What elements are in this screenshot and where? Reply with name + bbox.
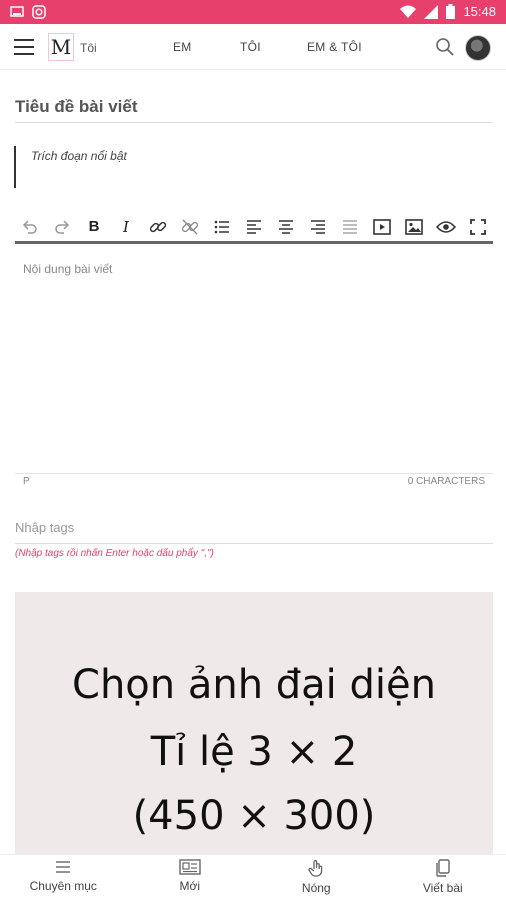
bullet-list-icon[interactable] <box>211 216 233 238</box>
align-justify-icon[interactable] <box>339 216 361 238</box>
tab-em[interactable]: EM <box>173 40 192 54</box>
excerpt-input[interactable]: Trích đoạn nổi bật <box>14 146 127 188</box>
instagram-icon <box>32 5 46 19</box>
element-path: P <box>23 476 30 487</box>
editor-placeholder: Nội dung bài viết <box>23 262 113 276</box>
screen-icon <box>10 5 24 19</box>
redo-icon[interactable] <box>51 216 73 238</box>
editor-status-bar: P 0 CHARACTERS <box>15 476 493 490</box>
document-icon <box>434 859 452 881</box>
nav-label: Nóng <box>301 881 331 895</box>
tab-toi[interactable]: TÔI <box>240 40 261 54</box>
align-center-icon[interactable] <box>275 216 297 238</box>
excerpt-placeholder: Trích đoạn nổi bật <box>31 149 127 163</box>
align-right-icon[interactable] <box>307 216 329 238</box>
bold-button[interactable]: B <box>83 216 105 238</box>
nav-item-hot[interactable]: Nóng <box>253 855 380 900</box>
nav-item-categories[interactable]: Chuyên mục <box>0 855 127 900</box>
app-bar: M Tôi EM TÔI EM & TÔI <box>0 24 506 70</box>
character-count: 0 CHARACTERS <box>407 476 485 487</box>
editor-toolbar: B I <box>15 212 493 244</box>
nav-label: Mới <box>179 879 201 893</box>
image-picker-title: Chọn ảnh đại diện <box>72 662 436 708</box>
nav-label: Viết bài <box>422 881 463 895</box>
menu-icon[interactable] <box>14 39 34 55</box>
hand-icon <box>307 859 325 881</box>
align-left-icon[interactable] <box>243 216 265 238</box>
undo-icon[interactable] <box>19 216 41 238</box>
image-icon[interactable] <box>403 216 425 238</box>
tags-hint: (Nhập tags rồi nhấn Enter hoặc dấu phẩy … <box>15 548 214 559</box>
italic-button[interactable]: I <box>115 216 137 238</box>
nav-label: Chuyên mục <box>29 879 97 893</box>
link-icon[interactable] <box>147 216 169 238</box>
featured-image-picker[interactable]: Chọn ảnh đại diện Tỉ lệ 3 × 2 (450 × 300… <box>15 592 493 854</box>
preview-eye-icon[interactable] <box>435 216 457 238</box>
tab-em-toi[interactable]: EM & TÔI <box>307 40 362 54</box>
content-editor[interactable]: Nội dung bài viết <box>15 250 493 474</box>
avatar[interactable] <box>465 35 491 61</box>
nav-item-write[interactable]: Viết bài <box>380 855 506 900</box>
tags-input[interactable]: Nhập tags <box>15 514 493 544</box>
news-icon <box>179 859 201 879</box>
wifi-icon <box>400 5 417 19</box>
status-bar: 15:48 <box>0 0 506 24</box>
app-logo[interactable]: M <box>48 33 74 61</box>
bottom-navigation: Chuyên mục Mới Nóng Viết bài <box>0 854 506 900</box>
image-picker-size: (450 × 300) <box>132 793 376 839</box>
list-icon <box>54 859 72 879</box>
unlink-icon[interactable] <box>179 216 201 238</box>
title-input[interactable]: Tiêu đề bài viết <box>15 97 493 123</box>
fullscreen-icon[interactable] <box>467 216 489 238</box>
search-icon[interactable] <box>435 37 455 62</box>
nav-item-new[interactable]: Mới <box>127 855 254 900</box>
battery-icon <box>446 4 456 19</box>
video-icon[interactable] <box>371 216 393 238</box>
logo-text: Tôi <box>80 41 97 55</box>
image-picker-ratio: Tỉ lệ 3 × 2 <box>150 729 358 775</box>
status-time: 15:48 <box>463 4 496 19</box>
signal-icon <box>424 4 439 19</box>
